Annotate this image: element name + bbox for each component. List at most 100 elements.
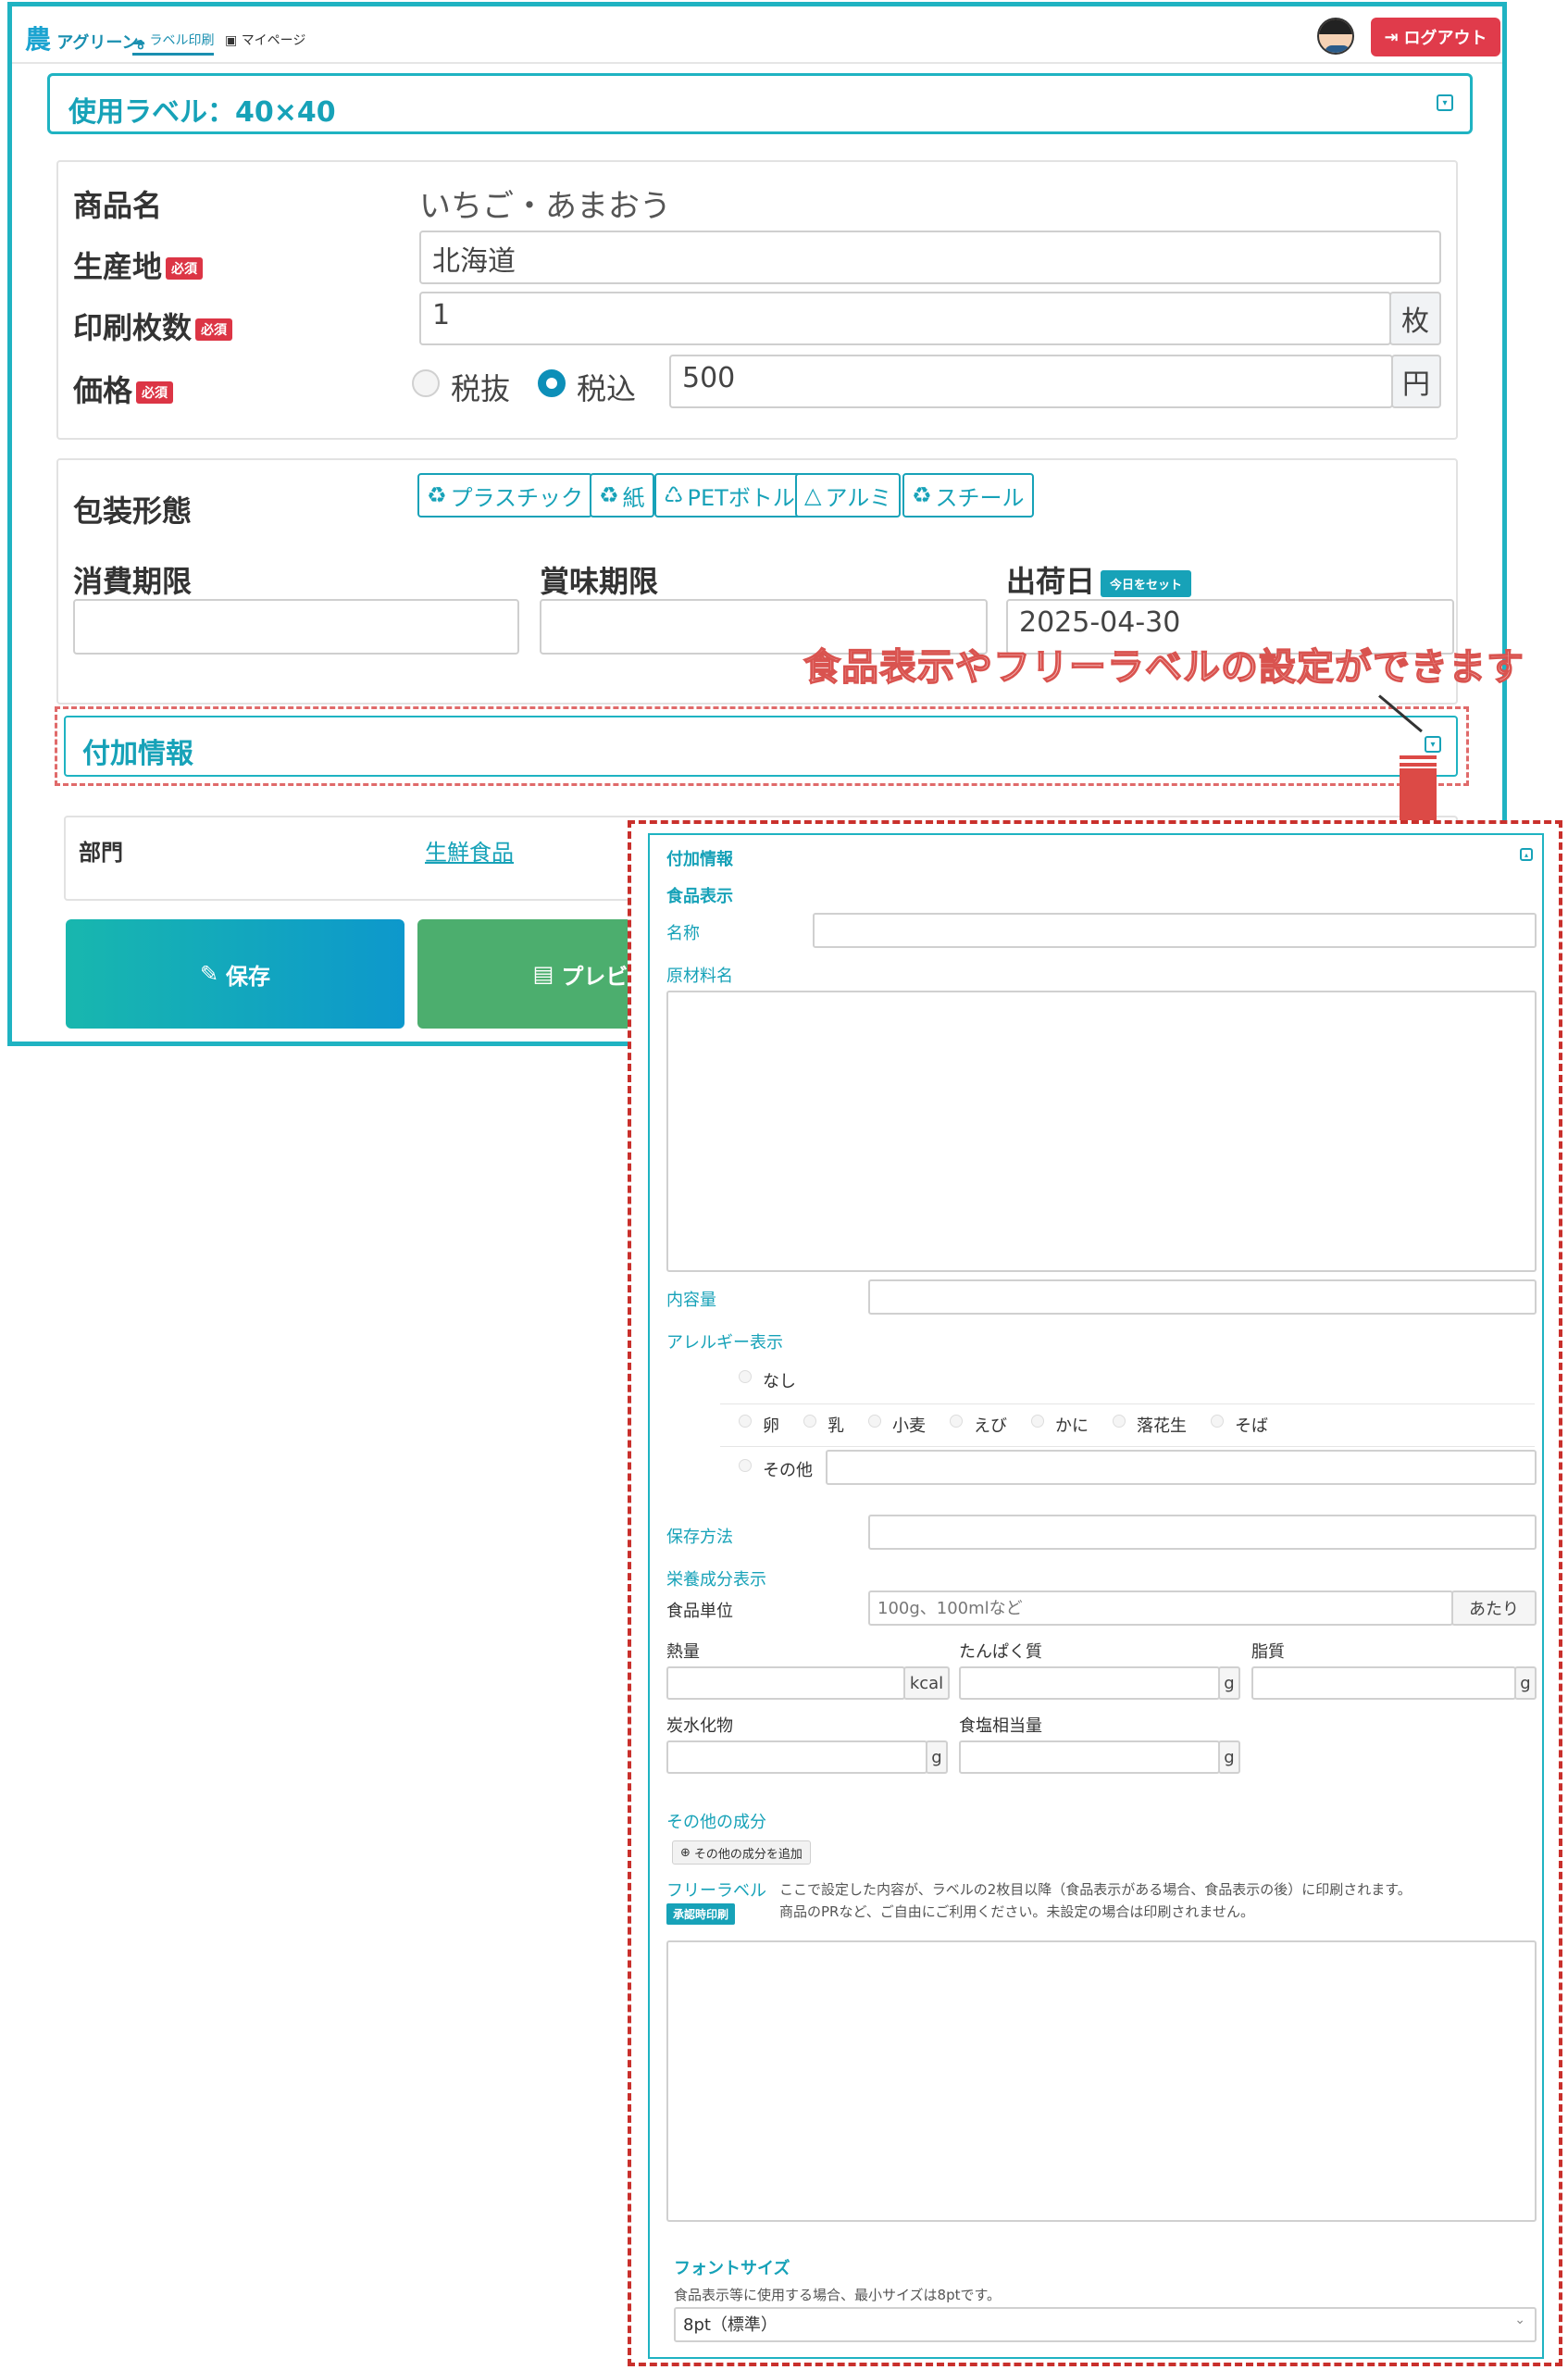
- recycle-plastic-icon: ♻: [427, 482, 447, 508]
- allergen-buckwheat-checkbox[interactable]: [1211, 1415, 1224, 1428]
- allergy-other-input[interactable]: [826, 1450, 1537, 1485]
- nav-mypage[interactable]: ▣ マイページ: [225, 31, 305, 49]
- salt-input[interactable]: [959, 1740, 1220, 1774]
- ship-date-label: 出荷日 今日をセット: [1006, 558, 1192, 601]
- free-label-note-1: ここで設定した内容が、ラベルの2枚目以降（食品表示がある場合、食品表示の後）に印…: [779, 1881, 1412, 1898]
- allergen-peanut-label: 落花生: [1137, 1416, 1187, 1436]
- allergen-shrimp-checkbox[interactable]: [950, 1415, 963, 1428]
- tax-excluded-radio[interactable]: [412, 369, 440, 397]
- nav-label-print[interactable]: ☁ ラベル印刷: [132, 31, 215, 56]
- allergen-wheat-label: 小麦: [892, 1416, 926, 1436]
- allergy-other-checkbox[interactable]: [739, 1459, 752, 1472]
- save-button[interactable]: ✎ 保存: [66, 919, 404, 1029]
- collapse-icon[interactable]: ▴: [1520, 848, 1533, 861]
- unit-label: 食品単位: [666, 1602, 733, 1621]
- department-link[interactable]: 生鮮食品: [425, 834, 514, 867]
- edit-icon: ✎: [199, 961, 219, 987]
- allergy-other-label: その他: [763, 1461, 813, 1480]
- food-display-heading: 食品表示: [666, 887, 733, 906]
- origin-label: 生産地 必須: [73, 243, 204, 286]
- additional-info-title: 付加情報: [82, 738, 193, 770]
- pkg-plastic-button[interactable]: ♻ プラスチック: [417, 473, 593, 518]
- arrow-lines: [1400, 755, 1437, 767]
- tax-excluded-label: 税抜: [451, 371, 511, 406]
- allergen-milk-label: 乳: [828, 1416, 844, 1436]
- allergy-none-label: なし: [763, 1372, 796, 1391]
- product-panel: 商品名 いちご・あまおう 生産地 必須 北海道 印刷枚数 必須 1 枚 価格 必須 税…: [56, 160, 1458, 440]
- free-label-heading: フリーラベル: [666, 1881, 766, 1901]
- separator: [720, 1446, 1535, 1447]
- font-size-label: フォントサイズ: [674, 2259, 790, 2278]
- copies-input[interactable]: 1: [419, 292, 1391, 345]
- energy-input[interactable]: [666, 1666, 905, 1700]
- protein-input[interactable]: [959, 1666, 1220, 1700]
- leaf-logo-icon: 農: [25, 24, 52, 55]
- allergen-egg-checkbox[interactable]: [739, 1415, 752, 1428]
- logout-label: ログアウト: [1403, 29, 1487, 48]
- energy-label: 熱量: [666, 1642, 700, 1662]
- best-before-label: 賞味期限: [540, 564, 659, 599]
- tax-included-label: 税込: [577, 371, 637, 406]
- collapse-toggle-icon[interactable]: ▾: [1437, 94, 1453, 111]
- fat-input[interactable]: [1251, 1666, 1516, 1700]
- name-input[interactable]: [813, 913, 1537, 948]
- preview-icon: ▤: [532, 961, 554, 987]
- allergen-peanut-checkbox[interactable]: [1113, 1415, 1126, 1428]
- content-input[interactable]: [868, 1279, 1537, 1315]
- unit-input[interactable]: 100g、100mlなど: [868, 1590, 1453, 1626]
- additional-info-card[interactable]: 付加情報 ▾: [64, 716, 1458, 777]
- chevron-down-icon: ⌄: [1514, 2313, 1525, 2327]
- name-label: 名称: [666, 924, 700, 943]
- allergen-crab-label: かに: [1055, 1416, 1089, 1436]
- pkg-aluminum-button[interactable]: △ アルミ: [795, 473, 902, 518]
- recycle-steel-icon: ♻: [912, 482, 932, 508]
- allergy-label: アレルギー表示: [666, 1333, 783, 1353]
- storage-input[interactable]: [868, 1515, 1537, 1550]
- recycle-aluminum-icon: △: [804, 482, 822, 508]
- allergen-wheat-checkbox[interactable]: [868, 1415, 881, 1428]
- unit-suffix: あたり: [1451, 1590, 1537, 1626]
- copies-unit: 枚: [1389, 292, 1441, 345]
- font-size-select[interactable]: 8pt（標準） ⌄: [674, 2307, 1537, 2342]
- pkg-paper-button[interactable]: ♻ 紙: [590, 473, 654, 518]
- allergy-none-checkbox[interactable]: [739, 1370, 752, 1383]
- ingredients-label: 原材料名: [666, 967, 733, 986]
- protein-label: たんぱく質: [959, 1642, 1042, 1662]
- recycle-paper-icon: ♻: [599, 482, 619, 508]
- salt-label: 食塩相当量: [959, 1716, 1042, 1736]
- free-label-textarea[interactable]: [666, 1940, 1537, 2222]
- allergen-milk-checkbox[interactable]: [803, 1415, 816, 1428]
- allergen-buckwheat-label: そば: [1235, 1416, 1268, 1436]
- add-component-button[interactable]: ⊕ その他の成分を追加: [672, 1840, 811, 1865]
- consume-date-label: 消費期限: [73, 564, 193, 599]
- detail-title: 付加情報: [666, 850, 733, 869]
- required-badge: 必須: [136, 381, 174, 404]
- font-size-note: 食品表示等に使用する場合、最小サイズは8ptです。: [674, 2287, 1001, 2303]
- pkg-steel-button[interactable]: ♻ スチール: [902, 473, 1034, 518]
- label-type-title: 使用ラベル：40×40: [68, 96, 336, 129]
- tax-included-radio[interactable]: [538, 369, 566, 397]
- carb-input[interactable]: [666, 1740, 927, 1774]
- carb-unit: g: [926, 1740, 948, 1774]
- consume-date-input[interactable]: [73, 599, 519, 655]
- pkg-pet-button[interactable]: ♺ PETボトル: [654, 473, 804, 518]
- callout-text: 食品表示やフリーラベルの設定ができます: [803, 645, 1524, 689]
- allergen-crab-checkbox[interactable]: [1031, 1415, 1044, 1428]
- label-type-card[interactable]: 使用ラベル：40×40 ▾: [47, 73, 1473, 134]
- price-label: 価格 必須: [73, 368, 174, 410]
- required-badge: 必須: [166, 257, 204, 280]
- origin-input[interactable]: 北海道: [419, 231, 1441, 284]
- allergen-shrimp-label: えび: [974, 1416, 1007, 1436]
- user-avatar[interactable]: [1317, 18, 1354, 55]
- approve-print-badge: 承認時印刷: [666, 1903, 736, 1925]
- carb-label: 炭水化物: [666, 1716, 733, 1736]
- expand-toggle-icon[interactable]: ▾: [1425, 736, 1441, 753]
- logout-button[interactable]: ⇥ ログアウト: [1371, 18, 1500, 56]
- content-label: 内容量: [666, 1291, 716, 1310]
- nutrition-heading: 栄養成分表示: [666, 1570, 766, 1590]
- price-input[interactable]: 500: [669, 355, 1393, 408]
- ingredients-textarea[interactable]: [666, 991, 1537, 1272]
- set-today-button[interactable]: 今日をセット: [1101, 569, 1192, 597]
- department-label: 部門: [79, 840, 123, 866]
- nav-label-print-text: ラベル印刷: [149, 33, 215, 48]
